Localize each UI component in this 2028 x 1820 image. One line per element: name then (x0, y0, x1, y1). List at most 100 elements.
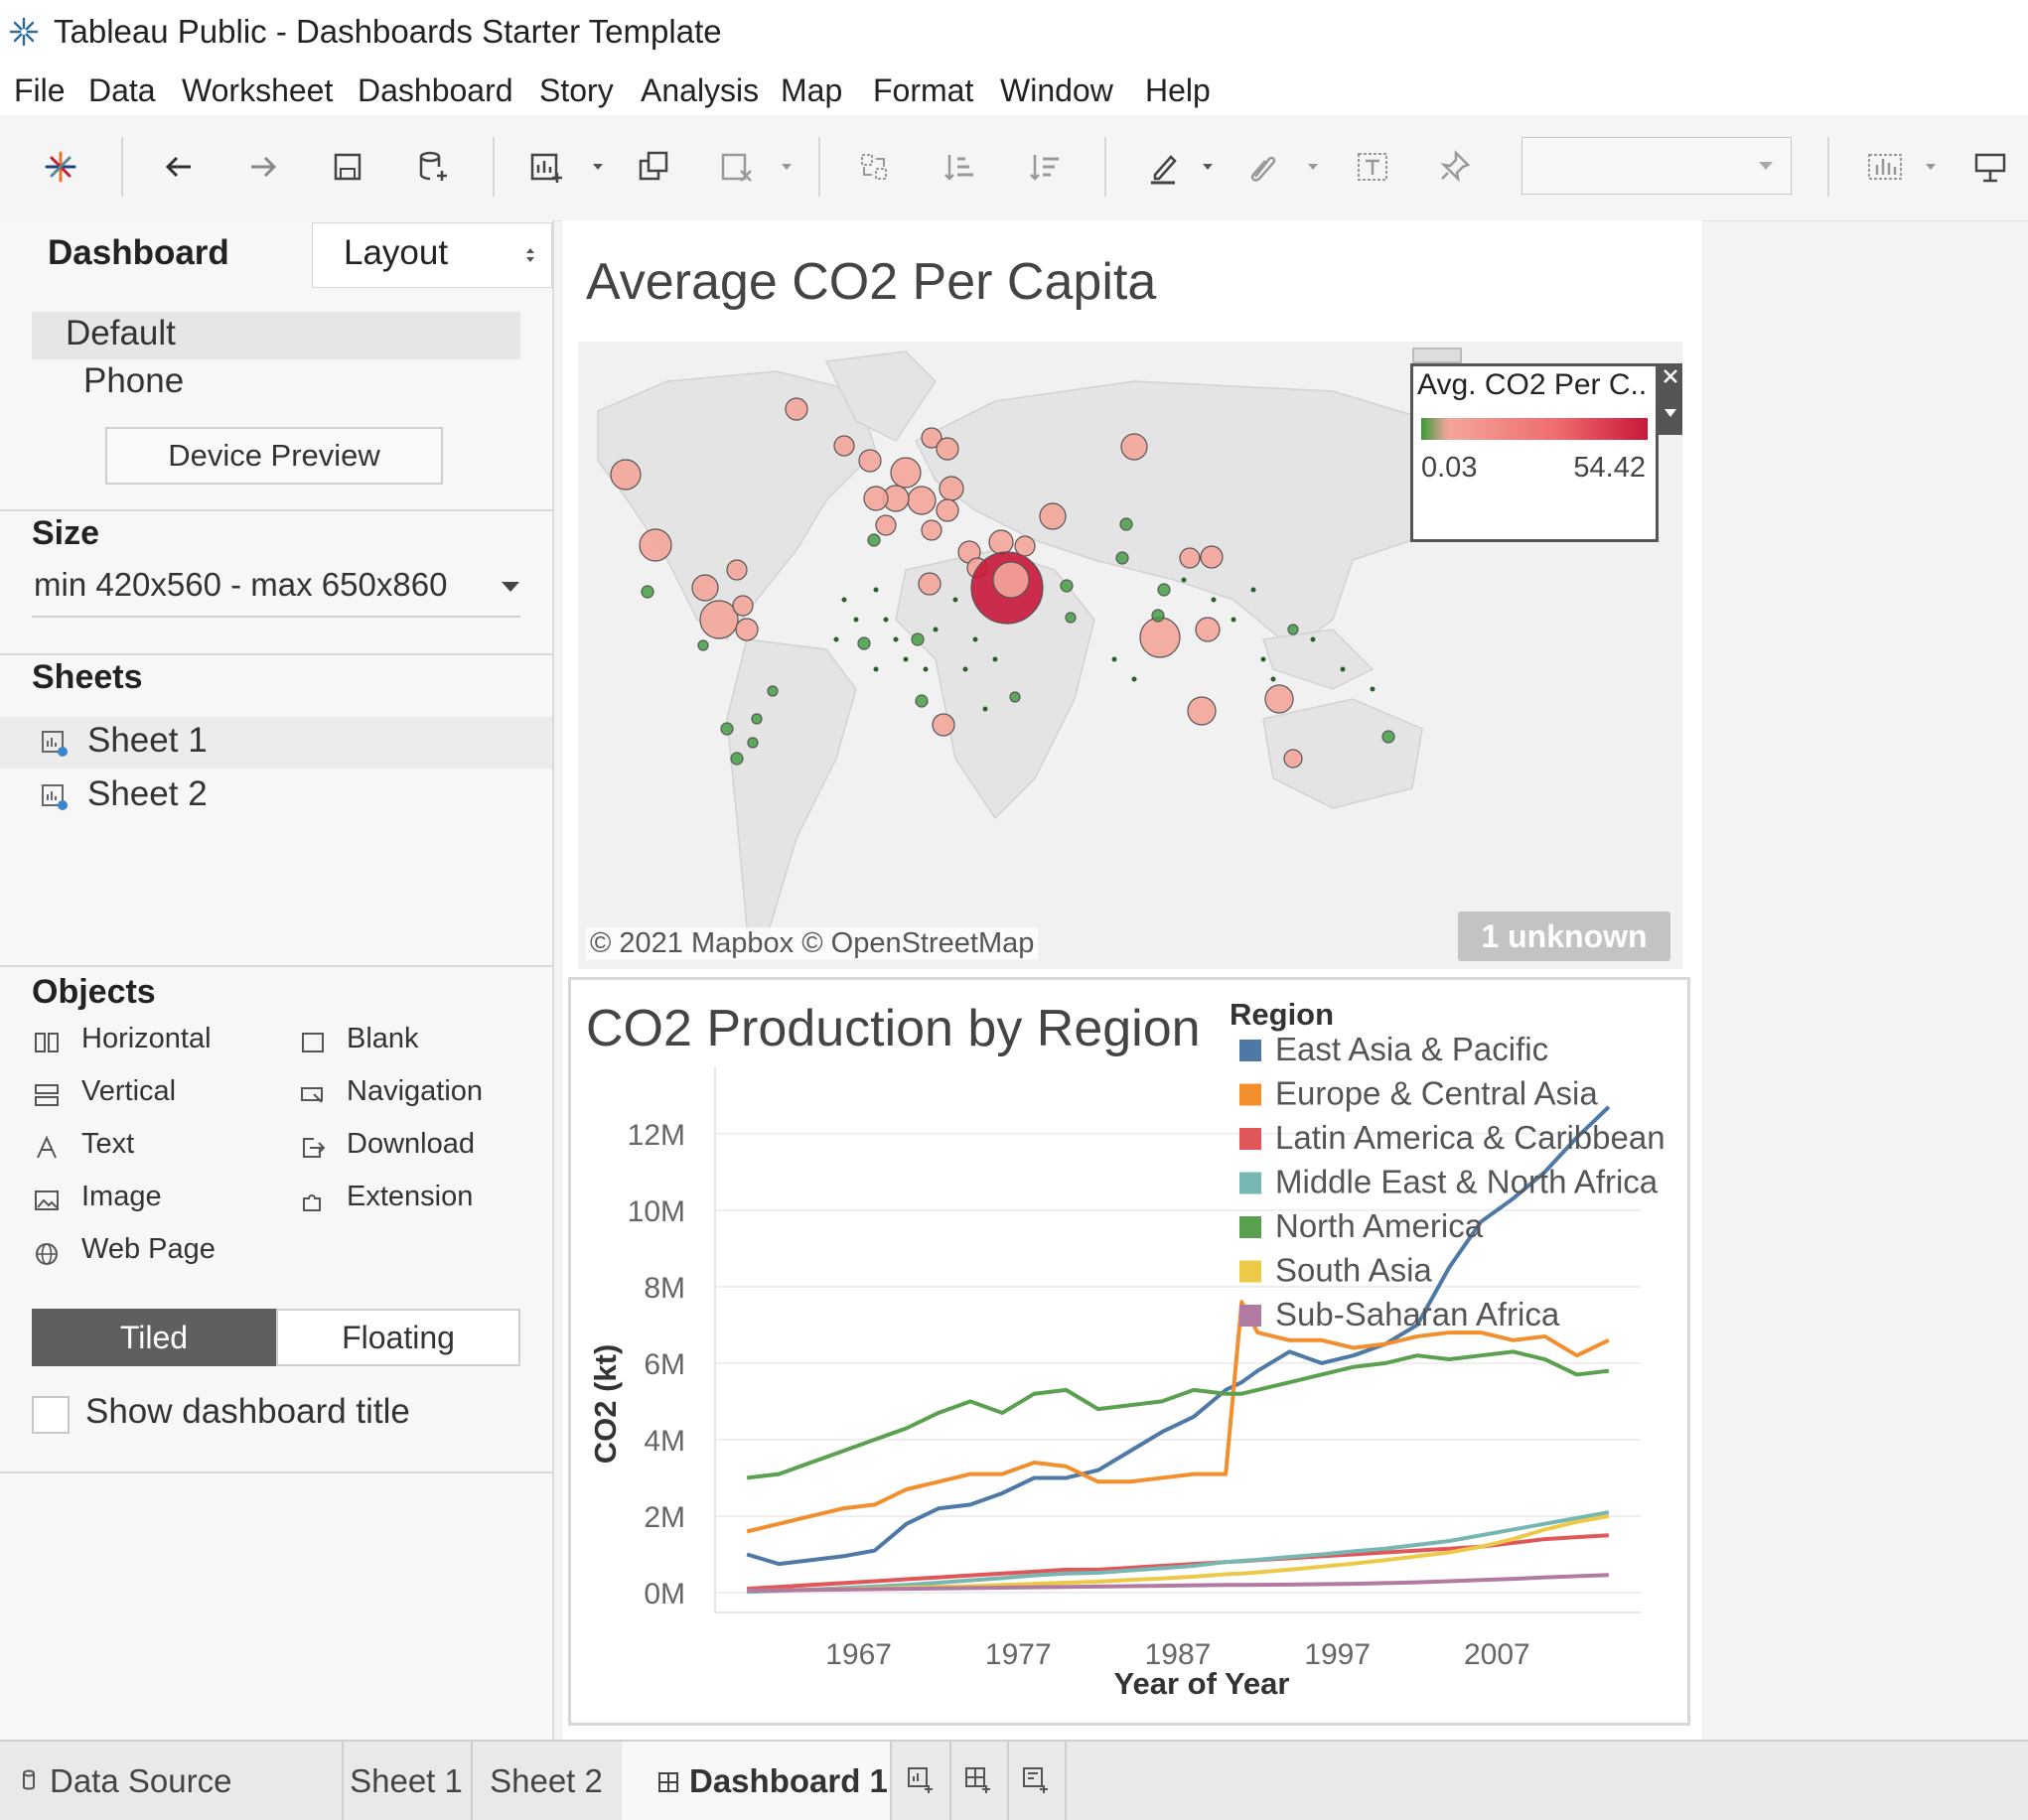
map-dot[interactable] (1231, 617, 1236, 623)
co2-line-chart[interactable]: CO2 (kt) 0M2M4M6M8M10M12M 1967 1977 1987 19… (568, 977, 1690, 1726)
series-line[interactable] (746, 1300, 1610, 1534)
object-vertical[interactable]: Vertical (81, 1075, 176, 1108)
object-blank[interactable]: Blank (347, 1023, 419, 1055)
floating-toggle[interactable]: Floating (276, 1309, 520, 1366)
map-dot[interactable] (893, 636, 899, 642)
map-bubble[interactable] (732, 595, 754, 617)
map-bubble[interactable] (699, 600, 739, 639)
tab-sheet-2[interactable]: Sheet 2 (471, 1742, 622, 1820)
object-download[interactable]: Download (347, 1128, 475, 1161)
show-labels-icon[interactable] (1351, 145, 1394, 189)
legend-item[interactable]: Sub-Saharan Africa (1275, 1296, 1560, 1332)
chevron-down-icon[interactable] (1923, 159, 1939, 175)
object-web-page[interactable]: Web Page (81, 1233, 216, 1266)
map-bubble[interactable] (918, 572, 942, 596)
map-bubble[interactable] (641, 585, 654, 599)
map-bubble[interactable] (747, 737, 759, 749)
close-icon[interactable] (1662, 367, 1679, 385)
undo-icon[interactable] (157, 145, 201, 189)
new-worksheet-icon[interactable] (524, 145, 568, 189)
map-bubble[interactable] (726, 559, 748, 581)
map-bubble[interactable] (785, 397, 808, 421)
map-dot[interactable] (873, 666, 879, 672)
map-dot[interactable] (962, 666, 968, 672)
map-bubble[interactable] (857, 636, 871, 650)
map-bubble[interactable] (1283, 749, 1303, 769)
map-dot[interactable] (1131, 676, 1137, 682)
tab-sheet-1[interactable]: Sheet 1 (342, 1742, 471, 1820)
co2-map[interactable]: Avg. CO2 Per C.. 0.03 54.42 © 2021 Mapbo… (578, 342, 1682, 969)
show-dashboard-title-checkbox[interactable] (32, 1396, 70, 1434)
map-bubble[interactable] (697, 639, 709, 651)
menu-analysis[interactable]: Analysis (641, 70, 759, 111)
new-data-source-icon[interactable] (410, 145, 454, 189)
map-dot[interactable] (1370, 686, 1376, 692)
map-bubble[interactable] (1264, 684, 1294, 714)
object-navigation[interactable]: Navigation (347, 1075, 483, 1108)
map-dot[interactable] (923, 666, 929, 672)
map-dot[interactable] (1340, 666, 1346, 672)
map-dot[interactable] (1181, 577, 1187, 583)
map-bubble[interactable] (1115, 551, 1129, 565)
map-bubble[interactable] (735, 618, 759, 641)
legend-item[interactable]: South Asia (1275, 1252, 1432, 1289)
map-bubble[interactable] (1381, 730, 1395, 744)
chevron-down-icon[interactable] (779, 159, 795, 175)
menu-dashboard[interactable]: Dashboard (358, 70, 513, 111)
device-preview-button[interactable]: Device Preview (105, 427, 443, 485)
map-dot[interactable] (982, 706, 988, 712)
sort-ascending-icon[interactable] (938, 145, 981, 189)
map-bubble[interactable] (1009, 691, 1021, 703)
legend-item[interactable]: Europe & Central Asia (1275, 1075, 1598, 1112)
map-dot[interactable] (841, 597, 847, 603)
duplicate-sheet-icon[interactable] (633, 145, 676, 189)
map-bubble[interactable] (890, 457, 922, 489)
menu-worksheet[interactable]: Worksheet (182, 70, 333, 111)
presentation-mode-icon[interactable] (1968, 145, 2012, 189)
menu-story[interactable]: Story (539, 70, 614, 111)
map-bubble[interactable] (1039, 502, 1067, 530)
map-bubble[interactable] (1195, 617, 1221, 642)
map-bubble[interactable] (867, 533, 881, 547)
new-worksheet-icon[interactable] (906, 1765, 936, 1795)
redo-icon[interactable] (241, 145, 285, 189)
legend-item[interactable]: Middle East & North Africa (1275, 1164, 1659, 1200)
map-bubble[interactable] (932, 713, 955, 737)
map-bubble[interactable] (833, 435, 855, 457)
map-bubble[interactable] (858, 449, 882, 473)
map-bubble[interactable] (1065, 612, 1077, 624)
new-story-icon[interactable] (1021, 1765, 1051, 1795)
map-dot[interactable] (952, 597, 958, 603)
map-bubble[interactable] (988, 529, 1014, 555)
map-bubble[interactable] (1187, 696, 1217, 726)
map-bubble[interactable] (936, 498, 959, 522)
chevron-down-icon[interactable] (1664, 407, 1677, 419)
data-source-tab[interactable]: Data Source (0, 1742, 342, 1820)
map-bubble[interactable] (639, 528, 672, 562)
map-bubble[interactable] (1014, 535, 1036, 557)
map-bubble[interactable] (1120, 433, 1148, 461)
save-icon[interactable] (326, 145, 369, 189)
legend-drag-handle[interactable] (1412, 348, 1462, 363)
sort-arrows-icon[interactable] (524, 246, 536, 264)
annotate-icon[interactable] (1241, 145, 1285, 189)
map-dot[interactable] (883, 617, 889, 623)
menu-data[interactable]: Data (88, 70, 156, 111)
legend-item[interactable]: North America (1275, 1207, 1484, 1244)
map-bubble[interactable] (1151, 609, 1165, 623)
sheet-list-item-sheet-1[interactable] (0, 717, 552, 769)
map-bubble[interactable] (767, 685, 779, 697)
map-dot[interactable] (1211, 597, 1217, 603)
object-text[interactable]: Text (81, 1128, 134, 1161)
map-bubble[interactable] (1287, 624, 1299, 635)
map-bubble[interactable] (720, 722, 734, 736)
new-dashboard-icon[interactable] (963, 1765, 993, 1795)
map-bubble[interactable] (691, 574, 719, 602)
map-bubble[interactable] (1157, 583, 1171, 597)
map-bubble[interactable] (907, 486, 937, 515)
device-phone-item[interactable]: Phone (83, 361, 184, 401)
map-dot[interactable] (1310, 636, 1316, 642)
map-bubble[interactable] (610, 459, 642, 490)
series-line[interactable] (746, 1349, 1610, 1480)
tab-dashboard-1[interactable]: Dashboard 1 (622, 1742, 890, 1820)
